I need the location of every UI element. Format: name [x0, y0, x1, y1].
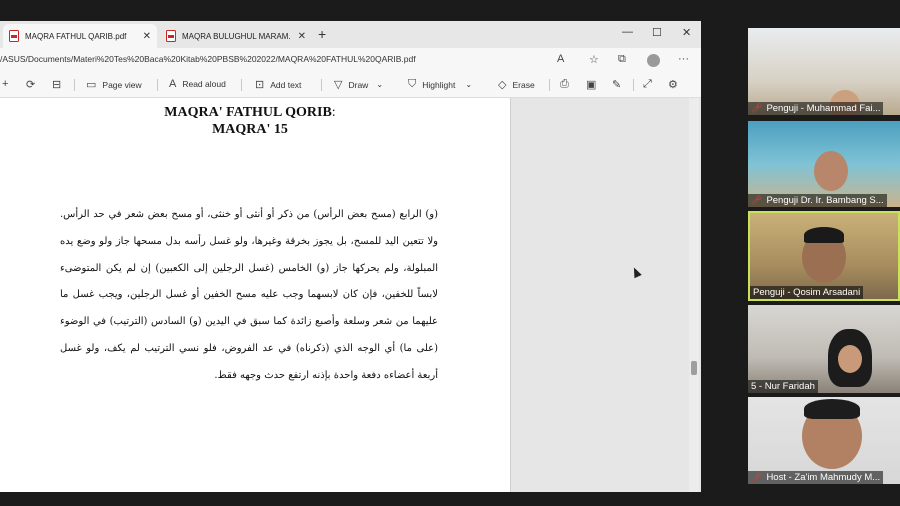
participant-name-label: Penguji - Qosim Arsadani [750, 286, 864, 299]
add-text-icon: ⊡ [255, 79, 265, 91]
mic-muted-icon: 🎤︎ [751, 103, 763, 113]
close-window-icon[interactable]: ✕ [682, 26, 691, 39]
fit-page-icon[interactable]: ⊟ [52, 78, 67, 91]
participant-tile[interactable]: 🎤︎ Penguji Dr. Ir. Bambang S... [748, 121, 900, 207]
fullscreen-icon[interactable]: ⤢ [643, 78, 658, 91]
eraser-icon: ◇ [498, 79, 507, 91]
pdf-file-icon [166, 30, 176, 42]
new-tab-icon[interactable]: + [318, 27, 326, 41]
print-icon[interactable]: ⎙ [560, 78, 575, 91]
page-view-icon: ▭ [86, 79, 97, 91]
tab-maqra-bulughul-maram[interactable]: MAQRA BULUGHUL MARAM.pdf ✕ [160, 24, 312, 48]
toolbar-divider [74, 79, 75, 91]
participant-name-label: 🎤︎ Penguji Dr. Ir. Bambang S... [748, 194, 887, 207]
chevron-down-icon: ⌄ [376, 80, 384, 89]
draw-button[interactable]: ▽ Draw ⌄ [334, 78, 383, 91]
maximize-icon[interactable]: ☐ [652, 26, 662, 39]
minimize-icon[interactable]: — [622, 26, 633, 38]
rotate-icon[interactable]: ⟳ [26, 78, 41, 91]
profile-avatar[interactable] [647, 54, 660, 67]
toolbar-divider [321, 79, 322, 91]
browser-window: MAQRA FATHUL QARIB.pdf ✕ MAQRA BULUGHUL … [0, 21, 701, 492]
participant-name-label: 🎤︎ Host - Za'im Mahmudy M... [748, 471, 884, 484]
scrollbar-thumb[interactable] [691, 361, 697, 375]
url-text[interactable]: /ASUS/Documents/Materi%20Tes%20Baca%20Ki… [0, 54, 416, 64]
participant-tile[interactable]: 🎤︎ Penguji - Muhammad Fai... [748, 28, 900, 115]
collections-icon[interactable]: ⧉ [618, 53, 626, 66]
page-view-button[interactable]: ▭ Page view [86, 78, 142, 91]
screen: MAQRA FATHUL QARIB.pdf ✕ MAQRA BULUGHUL … [0, 0, 900, 506]
add-text-button[interactable]: ⊡ Add text [255, 78, 301, 91]
highlight-button[interactable]: ⛉ Highlight ⌄ [408, 78, 472, 91]
toolbar-divider [633, 79, 634, 91]
close-tab-icon[interactable]: ✕ [298, 31, 306, 42]
chevron-down-icon: ⌄ [465, 80, 473, 89]
participant-tile-active-speaker[interactable]: Penguji - Qosim Arsadani [748, 211, 900, 301]
settings-gear-icon[interactable]: ⚙ [668, 78, 684, 91]
more-menu-icon[interactable]: ··· [678, 53, 689, 65]
participant-tile[interactable]: 🎤︎ Host - Za'im Mahmudy M... [748, 397, 900, 484]
save-icon[interactable]: ▣ [586, 78, 602, 91]
mic-muted-icon: 🎤︎ [751, 472, 763, 482]
read-aloud-button[interactable]: A Read aloud [169, 78, 226, 90]
close-tab-icon[interactable]: ✕ [143, 31, 151, 42]
read-aloud-icon[interactable]: A [557, 53, 564, 65]
pdf-file-icon [9, 30, 19, 42]
tab-bar: MAQRA FATHUL QARIB.pdf ✕ MAQRA BULUGHUL … [0, 21, 701, 48]
page-title: MAQRA' FATHUL QORIB: [164, 105, 336, 120]
toolbar-divider [241, 79, 242, 91]
pdf-viewer: MAQRA' FATHUL QORIB: MAQRA' 15 (و) الراب… [0, 98, 701, 492]
erase-button[interactable]: ◇ Erase [498, 78, 535, 91]
toolbar-divider [549, 79, 550, 91]
mouse-cursor-icon [630, 265, 642, 279]
zoom-in-icon[interactable]: + [2, 78, 14, 90]
read-aloud-icon: A [169, 78, 177, 90]
participant-video [814, 151, 848, 191]
mic-muted-icon: 🎤︎ [751, 195, 763, 205]
save-as-icon[interactable]: ✎ [612, 78, 627, 91]
tab-label: MAQRA BULUGHUL MARAM.pdf [182, 31, 290, 41]
scrollbar[interactable] [689, 98, 699, 492]
page-subtitle: MAQRA' 15 [212, 122, 288, 137]
tab-maqra-fathul-qarib[interactable]: MAQRA FATHUL QARIB.pdf ✕ [3, 24, 157, 48]
participant-tile[interactable]: 5 - Nur Faridah [748, 305, 900, 393]
draw-icon: ▽ [334, 79, 343, 91]
participant-hair [804, 399, 860, 419]
participant-cap [804, 227, 844, 243]
toolbar-divider [157, 79, 158, 91]
arabic-body-text: (و) الرابع (مسح بعض الرأس) من ذكر أو أنث… [60, 209, 438, 381]
participant-face [838, 345, 862, 373]
participant-name-label: 5 - Nur Faridah [748, 380, 818, 393]
address-bar: /ASUS/Documents/Materi%20Tes%20Baca%20Ki… [0, 48, 701, 72]
highlight-icon: ⛉ [408, 78, 417, 90]
participant-name-label: 🎤︎ Penguji - Muhammad Fai... [748, 102, 884, 115]
favorite-star-icon[interactable]: ☆ [589, 53, 599, 66]
tab-label: MAQRA FATHUL QARIB.pdf [25, 31, 127, 41]
pdf-toolbar: + ⟳ ⊟ ▭ Page view A Read aloud ⊡ Add text ▽… [0, 72, 701, 98]
pdf-page: MAQRA' FATHUL QORIB: MAQRA' 15 (و) الراب… [0, 98, 511, 492]
